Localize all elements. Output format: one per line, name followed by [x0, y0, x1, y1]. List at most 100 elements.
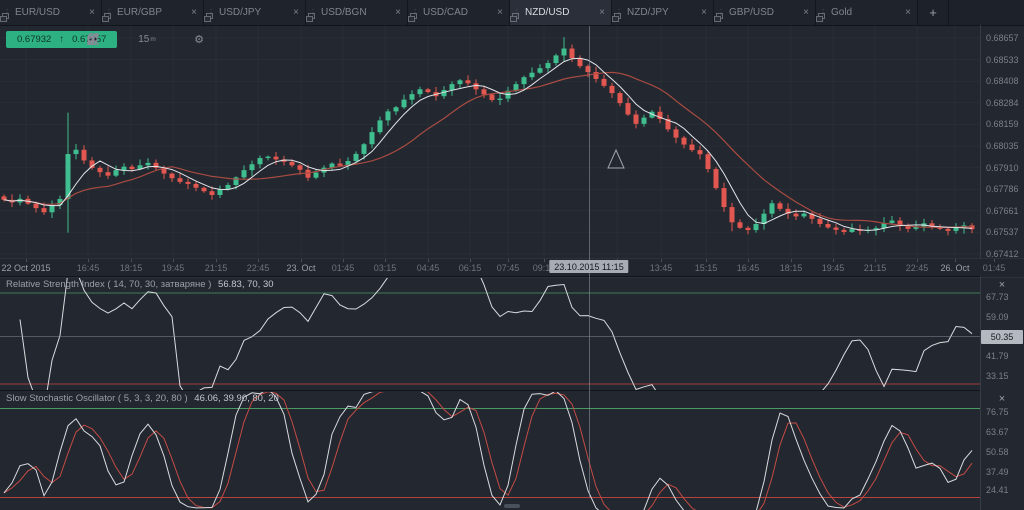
time-axis-tick — [216, 259, 217, 262]
tab-close-icon[interactable]: × — [293, 7, 299, 18]
price-axis-label: 0.68533 — [986, 55, 1019, 65]
price-axis-label: 0.68284 — [986, 98, 1019, 108]
time-axis-label: 01:45 — [332, 263, 355, 273]
tab-label: Gold — [831, 7, 900, 18]
chart-toolbar: 15m ⚙ — [86, 30, 286, 48]
stoch-values-text: 46.06, 39.90, 80, 20 — [194, 393, 279, 404]
time-axis-tick — [661, 259, 662, 262]
stoch-axis-label: 37.49 — [986, 467, 1009, 477]
price-axis-label: 0.67661 — [986, 206, 1019, 216]
stoch-axis-label: 24.41 — [986, 485, 1009, 495]
chart-type-candles-icon[interactable] — [164, 30, 182, 48]
tab-close-icon[interactable]: × — [905, 7, 911, 18]
time-axis-tick — [385, 259, 386, 262]
time-axis-tick — [301, 259, 302, 262]
price-chart[interactable] — [0, 25, 980, 258]
tab-label: GBP/USD — [729, 7, 798, 18]
tab-eur-gbp[interactable]: ⋮EUR/GBP× — [102, 0, 204, 25]
zoom-in-icon[interactable] — [112, 30, 130, 48]
price-axis-label: 0.67786 — [986, 184, 1019, 194]
indicators-icon[interactable] — [216, 30, 234, 48]
time-axis-tick — [173, 259, 174, 262]
tab-usd-cad[interactable]: ⋮USD/CAD× — [408, 0, 510, 25]
time-axis-label: 21:15 — [205, 263, 228, 273]
rsi-panel-title: Relative Strength Index ( 14, 70, 30, за… — [6, 279, 274, 290]
crosshair-horizontal-line — [0, 336, 980, 337]
time-axis-label: 06:15 — [459, 263, 482, 273]
time-axis-tick — [544, 259, 545, 262]
price-axis-label: 0.67537 — [986, 227, 1019, 237]
time-axis-tick — [428, 259, 429, 262]
tab-label: USD/JPY — [219, 7, 288, 18]
crosshair-time-label: 23.10.2015 11:15 — [549, 260, 628, 273]
tab-close-icon[interactable]: × — [395, 7, 401, 18]
timeframe-value: 15 — [138, 34, 149, 45]
stoch-axis-label: 63.67 — [986, 427, 1009, 437]
tab-close-icon[interactable]: × — [89, 7, 95, 18]
time-axis-label: 18:15 — [780, 263, 803, 273]
tab-close-icon[interactable]: × — [803, 7, 809, 18]
time-axis-label: 18:15 — [120, 263, 143, 273]
stoch-panel-title: Slow Stochastic Oscillator ( 5, 3, 3, 20… — [6, 393, 279, 404]
time-axis-label: 16:45 — [77, 263, 100, 273]
tab-usd-bgn[interactable]: ⋮USD/BGN× — [306, 0, 408, 25]
price-axis-separator — [980, 25, 981, 258]
time-axis-label: 19:45 — [822, 263, 845, 273]
rsi-close-icon[interactable]: × — [994, 279, 1010, 293]
tab-close-icon[interactable]: × — [191, 7, 197, 18]
time-axis-label: 19:45 — [162, 263, 185, 273]
stoch-close-icon[interactable]: × — [994, 393, 1010, 407]
time-axis-label: 07:45 — [497, 263, 520, 273]
time-axis-label: 22:45 — [247, 263, 270, 273]
price-axis-label: 0.67910 — [986, 163, 1019, 173]
tab-gold[interactable]: ⋮Gold× — [816, 0, 918, 25]
instrument-tab-bar: ⋮EUR/USD×⋮EUR/GBP×⋮USD/JPY×⋮USD/BGN×⋮USD… — [0, 0, 1024, 26]
rsi-values-text: 56.83, 70, 30 — [218, 279, 273, 290]
bid-price[interactable]: 0.67932 — [17, 34, 51, 45]
tab-close-icon[interactable]: × — [599, 7, 605, 18]
tab-label: NZD/USD — [525, 7, 594, 18]
rsi-axis-label: 67.73 — [986, 292, 1009, 302]
tab-close-icon[interactable]: × — [497, 7, 503, 18]
tab-label: EUR/GBP — [117, 7, 186, 18]
rsi-panel-chart[interactable] — [0, 276, 980, 391]
time-axis-tick — [875, 259, 876, 262]
time-axis-tick — [258, 259, 259, 262]
time-axis-tick — [955, 259, 956, 262]
tab-label: EUR/USD — [15, 7, 84, 18]
tab-nzd-jpy[interactable]: ⋮NZD/JPY× — [612, 0, 714, 25]
time-axis-tick — [131, 259, 132, 262]
tab-label: USD/BGN — [321, 7, 390, 18]
time-axis-label: 26. Oct — [940, 263, 969, 273]
time-axis-tick — [343, 259, 344, 262]
time-axis-tick — [748, 259, 749, 262]
stochastic-panel-chart[interactable] — [0, 390, 980, 510]
tab-gbp-usd[interactable]: ⋮GBP/USD× — [714, 0, 816, 25]
scrollbar-handle[interactable] — [504, 504, 520, 508]
settings-gear-icon[interactable]: ⚙ — [190, 30, 208, 48]
time-axis-tick — [833, 259, 834, 262]
add-tab-button[interactable]: + — [918, 0, 949, 25]
time-axis-tick — [508, 259, 509, 262]
time-axis-tick — [88, 259, 89, 262]
time-axis-tick — [26, 259, 27, 262]
tab-nzd-usd[interactable]: ⋮NZD/USD× — [510, 0, 612, 25]
rsi-axis-label: 33.15 — [986, 371, 1009, 381]
tab-eur-usd[interactable]: ⋮EUR/USD× — [0, 0, 102, 25]
draw-line-icon[interactable] — [242, 30, 260, 48]
stoch-title-text: Slow Stochastic Oscillator ( 5, 3, 3, 20… — [6, 393, 188, 404]
time-axis-label: 15:15 — [695, 263, 718, 273]
timeframe-button[interactable]: 15m — [138, 30, 156, 48]
price-axis-label: 0.68035 — [986, 141, 1019, 151]
rsi-axis-label: 59.09 — [986, 312, 1009, 322]
time-axis[interactable]: 22 Oct 201516:4518:1519:4521:1522:4523. … — [0, 258, 1024, 278]
time-axis-tick — [706, 259, 707, 262]
tab-close-icon[interactable]: × — [701, 7, 707, 18]
time-axis-label: 21:15 — [864, 263, 887, 273]
tab-label: USD/CAD — [423, 7, 492, 18]
price-axis-label: 0.68408 — [986, 76, 1019, 86]
eraser-icon[interactable] — [268, 30, 286, 48]
stoch-axis-separator — [980, 390, 981, 510]
tab-usd-jpy[interactable]: ⋮USD/JPY× — [204, 0, 306, 25]
stoch-axis-label: 76.75 — [986, 407, 1009, 417]
